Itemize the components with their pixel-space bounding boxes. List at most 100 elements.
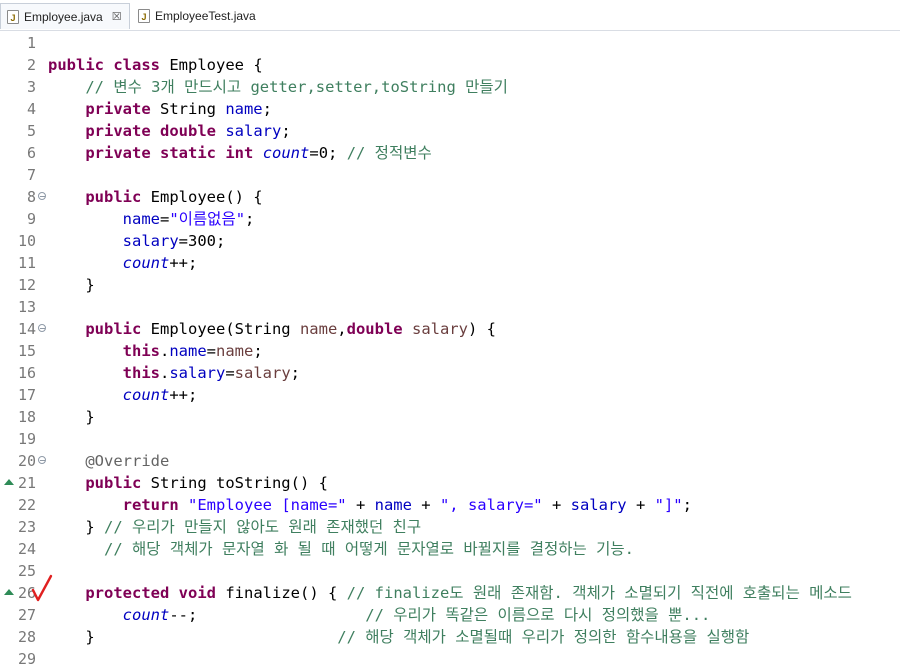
code-line[interactable]: 10 salary=300;: [0, 230, 900, 252]
line-number: 18: [17, 408, 36, 426]
code-line[interactable]: 7: [0, 164, 900, 186]
line-gutter: 7: [0, 164, 40, 186]
java-file-icon: J: [7, 9, 19, 24]
code-line[interactable]: 20− @Override: [0, 450, 900, 472]
line-number: 6: [26, 144, 36, 162]
code-text: public Employee(String name,double salar…: [48, 320, 496, 338]
line-gutter: 10: [0, 230, 40, 252]
code-line[interactable]: 6 private static int count=0; // 정적변수: [0, 142, 900, 164]
code-line[interactable]: 24 // 해당 객체가 문자열 화 될 때 어떻게 문자열로 바뀔지를 결정하…: [0, 538, 900, 560]
plain-token: .: [159, 364, 170, 382]
code-text: count--; // 우리가 똑같은 이름으로 다시 정의했을 뿐...: [48, 606, 711, 624]
code-line[interactable]: 4 private String name;: [0, 98, 900, 120]
code-line[interactable]: 21 public String toString() {: [0, 472, 900, 494]
code-text: count++;: [48, 386, 198, 404]
code-text: public Employee() {: [48, 188, 263, 206]
code-line[interactable]: 12 }: [0, 274, 900, 296]
line-gutter: 4: [0, 98, 40, 120]
code-line[interactable]: 2 public class Employee {: [0, 54, 900, 76]
line-number: 28: [17, 628, 36, 646]
tab-employee-java[interactable]: J Employee.java ☒: [0, 3, 130, 29]
code-line[interactable]: 26 protected void finalize() { // finali…: [0, 582, 900, 604]
line-number: 1: [26, 34, 36, 52]
code-editor[interactable]: 1 2 public class Employee {3 // 변수 3개 만드시고…: [0, 31, 900, 668]
line-gutter: 11: [0, 252, 40, 274]
fold-collapse-icon[interactable]: −: [38, 192, 46, 201]
line-number: 22: [17, 496, 36, 514]
code-line[interactable]: 23 } // 우리가 만들지 않아도 원래 존재했던 친구: [0, 516, 900, 538]
line-number: 27: [17, 606, 36, 624]
plain-token: .: [159, 342, 170, 360]
code-line[interactable]: 15 this.name=name;: [0, 340, 900, 362]
override-arrow-icon[interactable]: [4, 589, 14, 595]
code-text: this.salary=salary;: [48, 364, 300, 382]
field-token: name: [169, 342, 207, 360]
code-line[interactable]: 22 return "Employee [name=" + name + ", …: [0, 494, 900, 516]
code-line[interactable]: 5 private double salary;: [0, 120, 900, 142]
code-line[interactable]: 11 count++;: [0, 252, 900, 274]
line-number: 12: [17, 276, 36, 294]
tab-employeetest-java[interactable]: J EmployeeTest.java: [132, 3, 267, 29]
code-line[interactable]: 25: [0, 560, 900, 582]
code-line[interactable]: 18 }: [0, 406, 900, 428]
plain-token: ++;: [169, 254, 198, 272]
comment-token: // 우리가 똑같은 이름으로 다시 정의했을 뿐...: [365, 606, 711, 624]
code-line[interactable]: 28 } // 해당 객체가 소멸될때 우리가 정의한 함수내용을 실행함: [0, 626, 900, 648]
close-icon[interactable]: ☒: [112, 10, 122, 23]
comment-token: // finalize도 원래 존재함. 객체가 소멸되기 직전에 호출되는 메…: [346, 584, 852, 602]
code-line[interactable]: 16 this.salary=salary;: [0, 362, 900, 384]
plain-token: ++;: [169, 386, 198, 404]
comment-token: // 해당 객체가 문자열 화 될 때 어떻게 문자열로 바뀔지를 결정하는 기…: [104, 540, 634, 558]
fold-collapse-icon[interactable]: −: [38, 324, 46, 333]
code-text: @Override: [48, 452, 169, 470]
fold-collapse-icon[interactable]: −: [38, 456, 46, 465]
code-line[interactable]: 13: [0, 296, 900, 318]
code-line[interactable]: 19: [0, 428, 900, 450]
line-number: 15: [17, 342, 36, 360]
line-gutter: 20: [0, 450, 40, 472]
comment-token: // 정적변수: [346, 144, 432, 162]
string-token: ", salary=": [439, 496, 543, 514]
plain-token: Employee() {: [141, 188, 263, 206]
keyword-token: int: [225, 144, 254, 162]
line-gutter: 13: [0, 296, 40, 318]
keyword-token: static: [160, 144, 216, 162]
code-line[interactable]: 27 count--; // 우리가 똑같은 이름으로 다시 정의했을 뿐...: [0, 604, 900, 626]
code-line[interactable]: 9 name="이름없음";: [0, 208, 900, 230]
field-token: name: [374, 496, 412, 514]
code-text: }: [48, 276, 94, 294]
keyword-token: this: [122, 364, 160, 382]
line-number: 2: [26, 56, 36, 74]
line-number: 11: [17, 254, 36, 272]
code-text: name="이름없음";: [48, 210, 255, 228]
code-line[interactable]: 17 count++;: [0, 384, 900, 406]
field-token: salary: [570, 496, 627, 514]
code-line[interactable]: 8− public Employee() {: [0, 186, 900, 208]
line-number: 8: [26, 188, 36, 206]
plain-token: }: [48, 628, 338, 646]
code-line[interactable]: 1: [0, 32, 900, 54]
line-gutter: 2: [0, 54, 40, 76]
keyword-token: public: [85, 474, 142, 492]
override-arrow-icon[interactable]: [4, 479, 14, 485]
keyword-token: private: [85, 144, 151, 162]
keyword-token: this: [122, 342, 160, 360]
static-field-token: count: [122, 606, 170, 624]
code-line[interactable]: 14− public Employee(String name,double s…: [0, 318, 900, 340]
line-number: 14: [17, 320, 36, 338]
code-line[interactable]: 3 // 변수 3개 만드시고 getter,setter,toString 만…: [0, 76, 900, 98]
field-token: salary: [225, 122, 282, 140]
plain-token: =: [159, 210, 170, 228]
line-gutter: 28: [0, 626, 40, 648]
code-text: // 해당 객체가 문자열 화 될 때 어떻게 문자열로 바뀔지를 결정하는 기…: [48, 540, 634, 558]
line-gutter: 15: [0, 340, 40, 362]
